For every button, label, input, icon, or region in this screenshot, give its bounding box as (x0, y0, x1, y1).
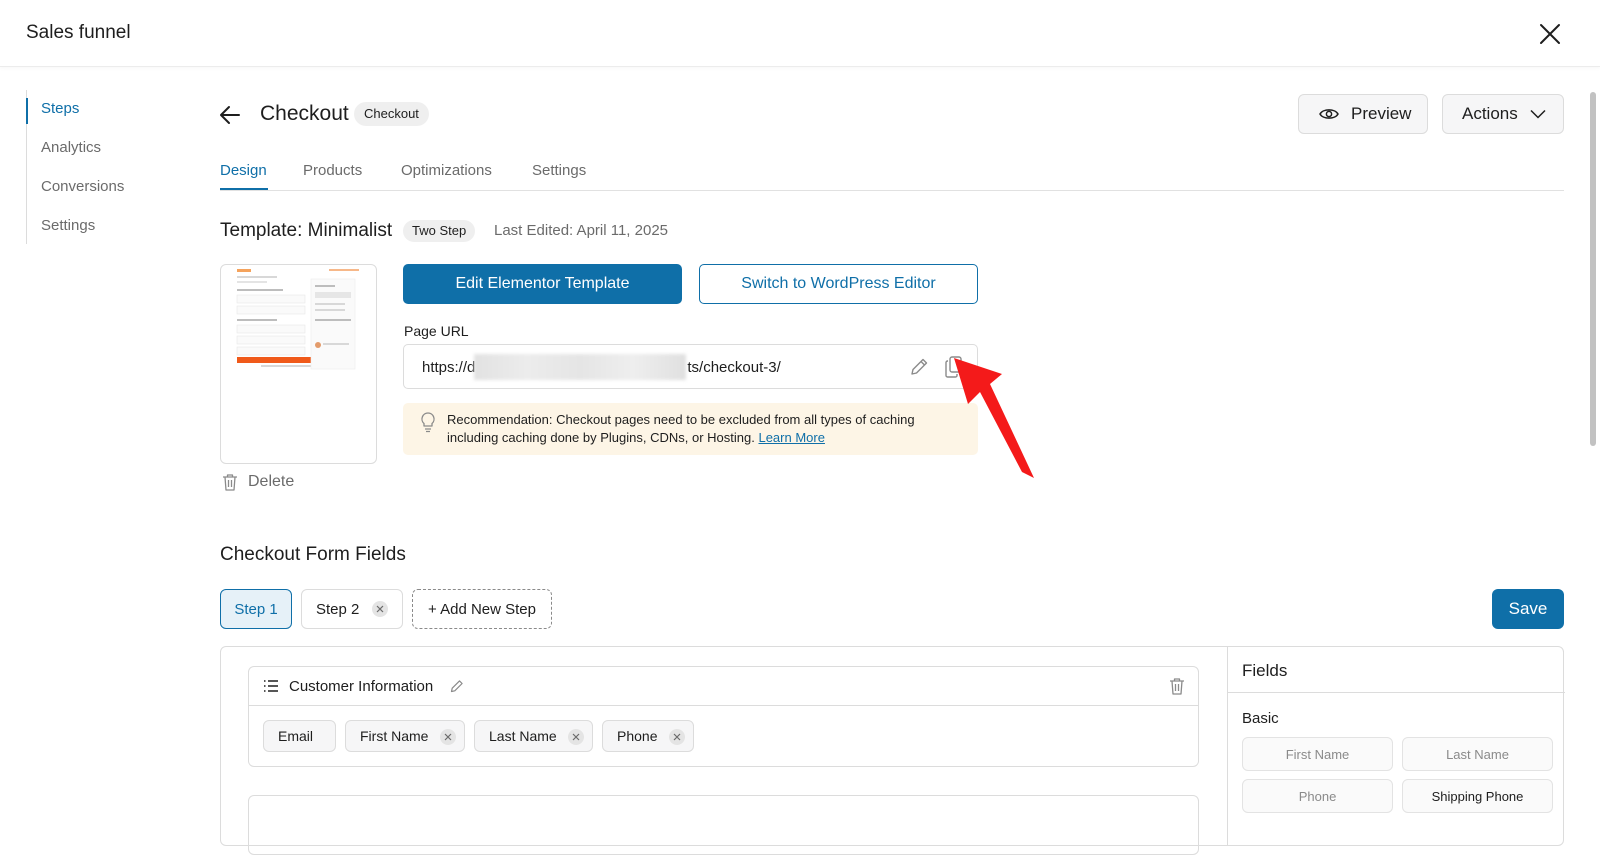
fields-group-basic: Basic (1242, 710, 1279, 727)
library-field-first-name[interactable]: First Name (1242, 737, 1393, 771)
form-builder-panel: Customer Information Email First Name La… (220, 646, 1565, 855)
actions-dropdown[interactable]: Actions (1442, 94, 1564, 134)
remove-field-icon[interactable] (669, 729, 685, 745)
fields-separator (1228, 692, 1565, 693)
sidebar-item-steps[interactable]: Steps (41, 100, 79, 117)
page-title: Checkout (260, 102, 349, 125)
remove-step-icon[interactable] (372, 601, 388, 617)
actions-label: Actions (1462, 104, 1518, 123)
trash-icon[interactable] (1168, 677, 1186, 695)
library-field-shipping-phone[interactable]: Shipping Phone (1402, 779, 1553, 813)
template-steps-badge: Two Step (403, 220, 476, 242)
last-edited-text: Last Edited: April 11, 2025 (494, 222, 669, 239)
library-field-phone[interactable]: Phone (1242, 779, 1393, 813)
checkout-form-fields-title: Checkout Form Fields (220, 544, 406, 565)
active-indicator (26, 98, 28, 124)
side-nav: Steps Analytics Conversions Settings (26, 90, 176, 244)
trash-icon (223, 474, 237, 491)
preview-label: Preview (1351, 104, 1412, 123)
fields-title: Fields (1242, 661, 1288, 680)
page-scrollbar[interactable] (1590, 92, 1596, 446)
page-url-field[interactable]: https://d ts/checkout-3/ (403, 344, 978, 389)
pencil-icon[interactable] (449, 678, 465, 694)
sidebar-item-settings[interactable]: Settings (41, 217, 95, 234)
field-chip-first-name[interactable]: First Name (345, 720, 465, 752)
template-title: Template: Minimalist (220, 220, 393, 241)
back-arrow-icon[interactable] (218, 103, 242, 127)
form-step-tab-2-label: Step 2 (316, 600, 360, 618)
field-chip-label: First Name (360, 728, 429, 744)
delete-label: Delete (248, 473, 295, 490)
url-redaction-blur (474, 354, 686, 380)
lightbulb-icon (418, 411, 438, 433)
learn-more-link[interactable]: Learn More (758, 430, 824, 445)
form-step-tab-1[interactable]: Step 1 (220, 589, 292, 629)
close-icon[interactable] (1536, 20, 1564, 48)
library-field-last-name[interactable]: Last Name (1402, 737, 1553, 771)
field-chip-label: Phone (617, 728, 658, 744)
tab-optimizations[interactable]: Optimizations (401, 162, 492, 179)
url-suffix: ts/checkout-3/ (687, 359, 781, 376)
field-chip-label: Last Name (489, 728, 557, 744)
tab-design[interactable]: Design (220, 162, 267, 179)
recommendation-message: Recommendation: Checkout pages need to b… (447, 412, 915, 445)
add-new-step-button[interactable]: + Add New Step (412, 589, 552, 629)
preview-button[interactable]: Preview (1298, 94, 1428, 134)
app-title: Sales funnel (26, 22, 131, 43)
url-prefix: https://d (422, 359, 476, 376)
remove-field-icon[interactable] (440, 729, 456, 745)
field-chip-last-name[interactable]: Last Name (474, 720, 593, 752)
recommendation-text: Recommendation: Checkout pages need to b… (447, 411, 967, 447)
tab-active-underline (220, 188, 268, 190)
field-chip-label: Email (278, 728, 314, 744)
form-section-header: Customer Information (249, 667, 1198, 706)
fields-library: Fields Basic First Name Last Name Phone … (1228, 647, 1565, 847)
sidebar-item-analytics[interactable]: Analytics (41, 139, 101, 156)
design-tabs: Design Products Optimizations Settings (220, 158, 1564, 191)
edit-elementor-template-button[interactable]: Edit Elementor Template (403, 264, 682, 304)
page-url-label: Page URL (404, 323, 469, 339)
top-bar: Sales funnel (0, 0, 1600, 67)
delete-template-button[interactable]: Delete (222, 473, 294, 491)
form-section-title: Customer Information (289, 678, 434, 695)
field-chip-phone[interactable]: Phone (602, 720, 694, 752)
field-chip-email[interactable]: Email (263, 720, 336, 752)
step-type-badge: Checkout (354, 102, 429, 126)
list-icon[interactable] (263, 679, 279, 693)
remove-field-icon[interactable] (568, 729, 584, 745)
form-section-card: Customer Information Email First Name La… (248, 666, 1199, 767)
tab-products[interactable]: Products (303, 162, 362, 179)
switch-editor-button[interactable]: Switch to WordPress Editor (699, 264, 978, 304)
eye-icon (1319, 109, 1339, 119)
save-button[interactable]: Save (1492, 589, 1564, 629)
chevron-down-icon (1530, 109, 1546, 119)
caching-recommendation: Recommendation: Checkout pages need to b… (403, 403, 978, 455)
form-step-tab-2[interactable]: Step 2 (301, 589, 403, 629)
tab-settings[interactable]: Settings (532, 162, 586, 179)
annotation-arrow-icon (952, 354, 1036, 482)
sidebar-item-conversions[interactable]: Conversions (41, 178, 124, 195)
template-thumbnail[interactable] (220, 264, 377, 464)
form-section-card-2 (248, 795, 1199, 855)
pencil-icon[interactable] (908, 356, 930, 378)
